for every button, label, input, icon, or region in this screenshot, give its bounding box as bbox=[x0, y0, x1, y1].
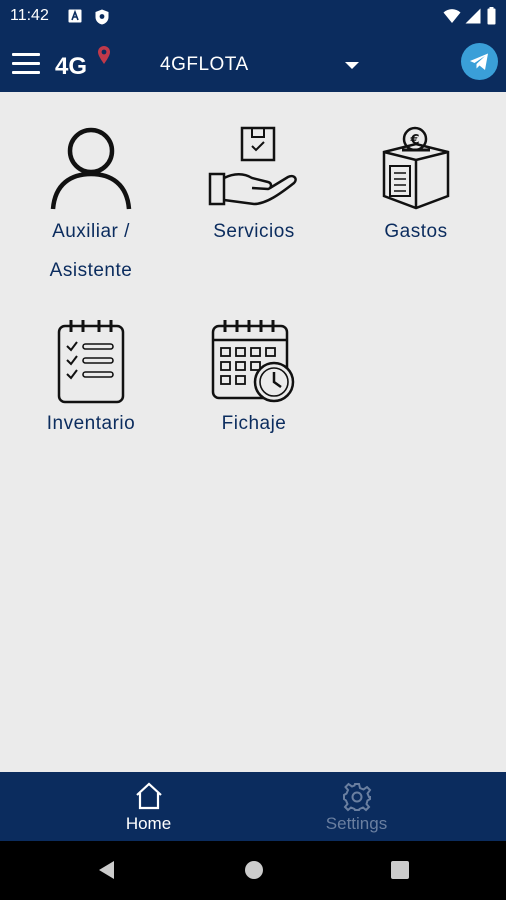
bottom-navigation: Home Settings bbox=[0, 772, 506, 841]
money-box-icon: € bbox=[382, 126, 450, 210]
tile-label: Gastos bbox=[384, 221, 448, 242]
back-icon[interactable] bbox=[96, 859, 116, 881]
status-bar: 11:42 bbox=[0, 0, 506, 34]
tile-label: Servicios bbox=[213, 221, 295, 242]
home-grid: Auxiliar / Asistente Servicios € Gastos bbox=[0, 92, 506, 772]
menu-button[interactable] bbox=[12, 53, 40, 75]
home-icon bbox=[136, 782, 162, 810]
telegram-icon bbox=[470, 53, 488, 70]
notification-a-icon bbox=[68, 9, 82, 23]
tile-gastos[interactable]: € Gastos bbox=[336, 126, 496, 251]
home-circle-icon[interactable] bbox=[244, 859, 264, 881]
app-bar: 4G 4GFLOTA bbox=[0, 34, 506, 92]
tile-label: Inventario bbox=[46, 413, 136, 434]
wifi-icon bbox=[443, 9, 461, 23]
tile-inventario[interactable]: Inventario bbox=[11, 318, 171, 443]
shield-icon bbox=[95, 9, 109, 25]
gear-icon bbox=[343, 782, 372, 812]
fleet-dropdown[interactable]: 4GFLOTA bbox=[160, 52, 365, 78]
chevron-down-icon bbox=[345, 62, 359, 69]
cellular-signal-icon bbox=[465, 8, 481, 24]
tile-fichaje[interactable]: Fichaje bbox=[174, 318, 334, 443]
nav-settings[interactable]: Settings bbox=[230, 772, 483, 841]
nav-settings-label: Settings bbox=[325, 814, 388, 833]
fleet-name: 4GFLOTA bbox=[160, 54, 249, 75]
status-time: 11:42 bbox=[10, 7, 49, 24]
tile-label: Auxiliar / Asistente bbox=[49, 221, 133, 281]
hand-box-icon bbox=[208, 126, 297, 206]
tile-label: Fichaje bbox=[221, 413, 287, 434]
brand-logo: 4G bbox=[55, 46, 110, 80]
calendar-clock-icon bbox=[211, 320, 295, 403]
battery-icon bbox=[487, 7, 496, 25]
system-navigation-bar bbox=[0, 841, 506, 900]
checklist-icon bbox=[57, 320, 125, 404]
logo-text: 4G bbox=[55, 53, 87, 80]
tile-auxiliar-asistente[interactable]: Auxiliar / Asistente bbox=[11, 126, 171, 290]
recents-icon[interactable] bbox=[390, 859, 410, 881]
person-icon bbox=[50, 127, 132, 210]
tile-servicios[interactable]: Servicios bbox=[174, 126, 334, 251]
telegram-button[interactable] bbox=[461, 43, 498, 80]
